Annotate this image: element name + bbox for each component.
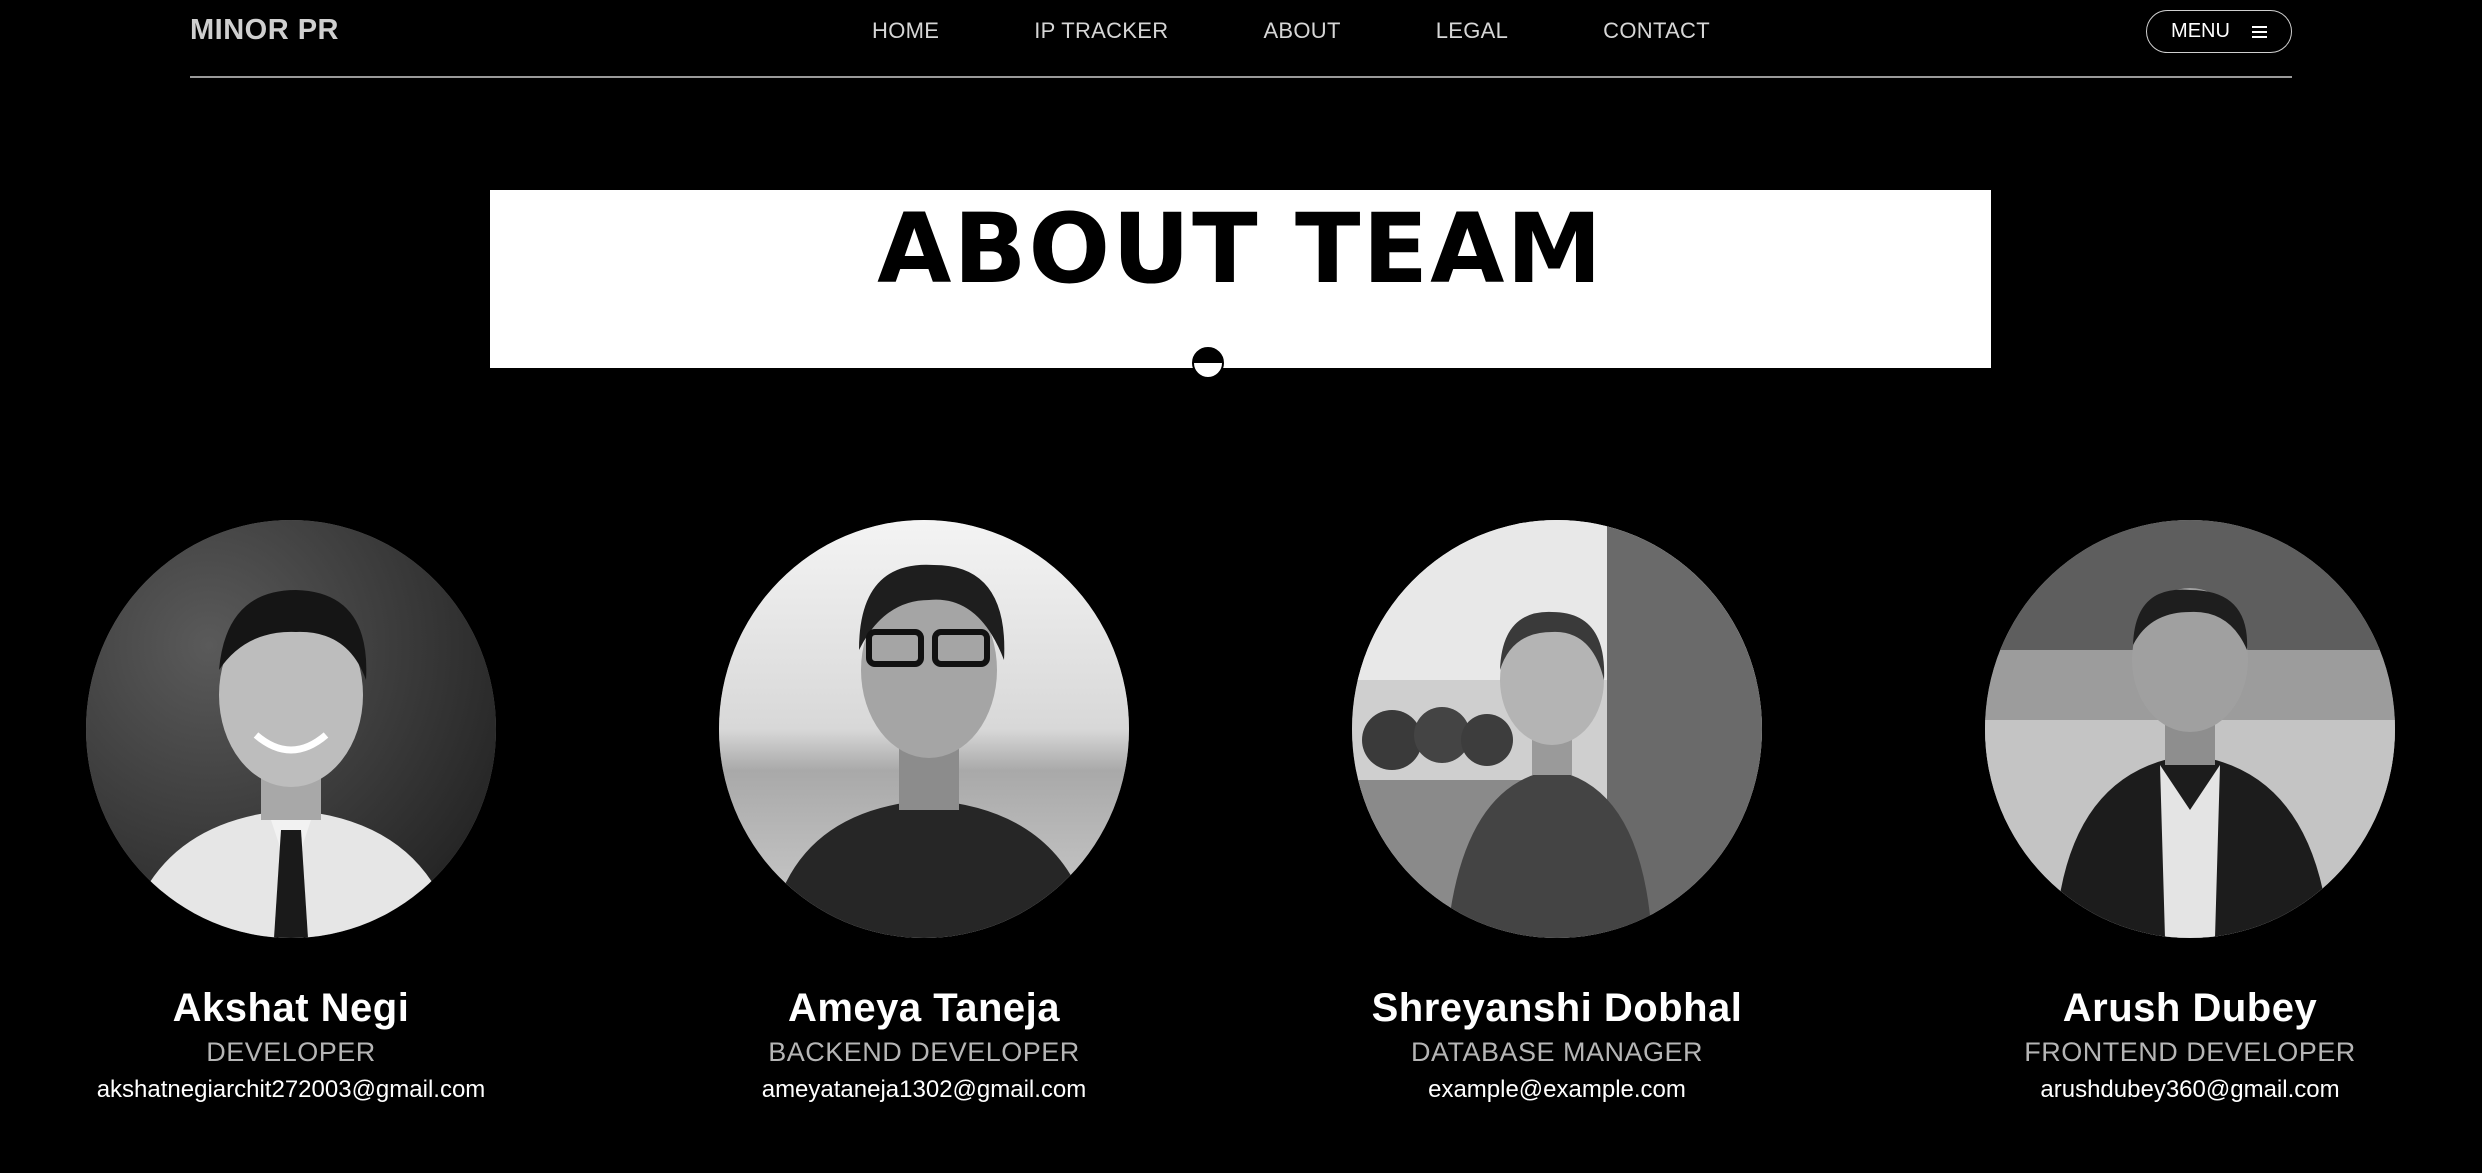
member-email[interactable]: example@example.com [1297,1076,1817,1104]
team-member-card: Akshat Negi DEVELOPER akshatnegiarchit27… [31,520,551,1104]
portrait-image [86,520,496,938]
member-role: DATABASE MANAGER [1410,1037,1704,1067]
nav-about[interactable]: ABOUT [1263,18,1340,44]
brand-logo[interactable]: MINOR PR [190,14,339,47]
member-name: Arush Dubey [2062,986,2318,1030]
page-title: ABOUT TEAM [877,192,1604,305]
title-dot-decoration [1192,347,1224,379]
member-role: BACKEND DEVELOPER [768,1037,1080,1067]
team-member-card: Ameya Taneja BACKEND DEVELOPER ameyatane… [664,520,1184,1104]
portrait-image [1352,520,1762,938]
menu-button[interactable]: MENU [2146,10,2292,53]
member-name: Ameya Taneja [787,986,1061,1030]
portrait-image [719,520,1129,938]
member-role: DEVELOPER [206,1037,376,1067]
member-role: FRONTEND DEVELOPER [2024,1037,2356,1067]
nav-legal[interactable]: LEGAL [1436,18,1508,44]
team-member-card: Arush Dubey FRONTEND DEVELOPER arushdube… [1930,520,2450,1104]
menu-label: MENU [2171,20,2230,42]
team-member-card: Shreyanshi Dobhal DATABASE MANAGER examp… [1297,520,1817,1104]
about-page: MINOR PR HOME IP TRACKER ABOUT LEGAL CON… [0,0,2482,1173]
member-name: Shreyanshi Dobhal [1371,986,1743,1030]
member-email[interactable]: ameyataneja1302@gmail.com [664,1076,1184,1104]
nav-home[interactable]: HOME [872,18,939,44]
member-photo [1352,520,1762,938]
member-photo [1985,520,2395,938]
member-photo [86,520,496,938]
nav-contact[interactable]: CONTACT [1603,18,1710,44]
navbar: MINOR PR HOME IP TRACKER ABOUT LEGAL CON… [190,0,2292,78]
member-name: Akshat Negi [172,986,410,1030]
hamburger-icon [2251,25,2267,38]
portrait-image [1985,520,2395,938]
nav-links: HOME IP TRACKER ABOUT LEGAL CONTACT [872,18,1710,44]
title-banner: ABOUT TEAM [490,190,1991,368]
nav-ip-tracker[interactable]: IP TRACKER [1034,18,1168,44]
member-email[interactable]: akshatnegiarchit272003@gmail.com [31,1076,551,1104]
member-email[interactable]: arushdubey360@gmail.com [1930,1076,2450,1104]
member-photo [719,520,1129,938]
